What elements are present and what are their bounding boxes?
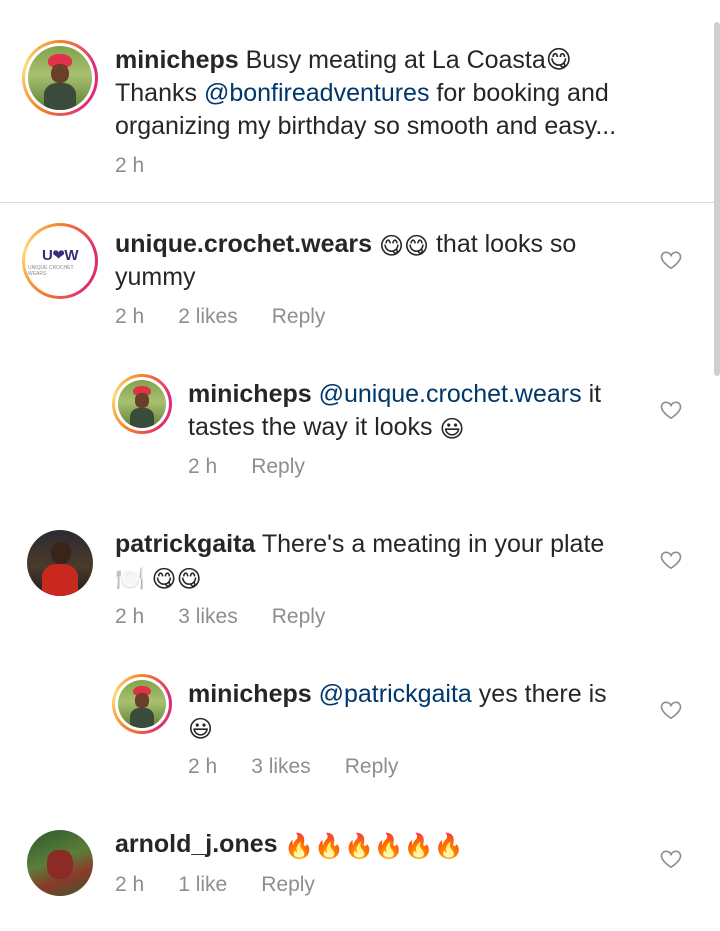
avatar[interactable]	[27, 530, 93, 596]
comment-meta: 2 h Reply	[188, 455, 339, 479]
avatar-logo-subtitle: UNIQUE CROCHET WEARS	[28, 264, 74, 277]
heart-outline-icon[interactable]	[660, 250, 682, 270]
comment-likes[interactable]: 1 like	[178, 873, 227, 897]
comment-time: 2 h	[188, 755, 218, 778]
comment-time: 2 h	[115, 873, 145, 896]
caption-meta: 2 h	[115, 154, 178, 178]
comment-time: 2 h	[115, 305, 145, 328]
avatar-logo: U❤W	[41, 246, 79, 264]
comment-meta: 2 h 2 likes Reply	[115, 305, 359, 329]
comment-text: patrickgaita There's a meating in your p…	[115, 528, 655, 594]
comment-meta: 2 h 3 likes Reply	[115, 605, 359, 629]
comment-emoji: 😃	[188, 716, 214, 743]
reply-button[interactable]: Reply	[251, 455, 305, 479]
caption-line2-prefix: Thanks	[115, 79, 204, 107]
comment-time: 2 h	[115, 605, 145, 628]
comment-meta: 2 h 3 likes Reply	[188, 755, 432, 779]
avatar[interactable]	[112, 674, 172, 734]
heart-outline-icon[interactable]	[660, 700, 682, 720]
heart-outline-icon[interactable]	[660, 849, 682, 869]
caption-line1: Busy meating at La Coasta😋	[245, 46, 572, 74]
divider	[0, 202, 720, 203]
comment-body: that looks so	[429, 230, 577, 258]
caption-line2-suffix: for booking and	[429, 79, 609, 107]
comment-username[interactable]: arnold_j.ones	[115, 830, 278, 858]
reply-button[interactable]: Reply	[272, 305, 326, 329]
reply-button[interactable]: Reply	[345, 755, 399, 779]
comment-text: arnold_j.ones 🔥🔥🔥🔥🔥🔥	[115, 828, 655, 861]
comment-likes[interactable]: 3 likes	[178, 605, 238, 629]
comment-text: unique.crochet.wears 😋😋 that looks so yu…	[115, 228, 635, 294]
comment-emoji: 😃	[439, 416, 465, 443]
scrollbar[interactable]	[714, 22, 720, 376]
comment-body: There's a meating in your plate	[255, 530, 605, 558]
comment-username[interactable]: patrickgaita	[115, 530, 255, 558]
comment-body-line2: yummy	[115, 263, 196, 291]
comment-mention[interactable]: @patrickgaita	[319, 680, 472, 708]
comment-meta: 2 h 1 like Reply	[115, 873, 349, 897]
reply-button[interactable]: Reply	[261, 873, 315, 897]
avatar[interactable]: U❤W UNIQUE CROCHET WEARS	[22, 223, 98, 299]
heart-outline-icon[interactable]	[660, 400, 682, 420]
caption-line3: organizing my birthday so smooth and eas…	[115, 112, 617, 140]
comment-likes[interactable]: 3 likes	[251, 755, 311, 779]
comment-body: it	[581, 380, 602, 408]
comment-text: minicheps @unique.crochet.wears it taste…	[188, 378, 648, 444]
caption-mention[interactable]: @bonfireadventures	[204, 79, 430, 107]
caption-text: minicheps Busy meating at La Coasta😋 Tha…	[115, 44, 695, 143]
reply-button[interactable]: Reply	[272, 605, 326, 629]
caption-username[interactable]: minicheps	[115, 46, 239, 74]
comment-emoji: 🍽️ 😋😋	[115, 566, 202, 593]
heart-outline-icon[interactable]	[660, 550, 682, 570]
comment-username[interactable]: minicheps	[188, 680, 312, 708]
comment-body: yes there is	[471, 680, 607, 708]
comment-mention[interactable]: @unique.crochet.wears	[319, 380, 582, 408]
comment-username[interactable]: minicheps	[188, 380, 312, 408]
comment-emoji: 😋😋	[378, 233, 430, 260]
comment-text: minicheps @patrickgaita yes there is 😃	[188, 678, 648, 744]
avatar[interactable]	[112, 374, 172, 434]
comment-emoji: 🔥🔥🔥🔥🔥🔥	[277, 833, 464, 860]
comment-username[interactable]: unique.crochet.wears	[115, 230, 372, 258]
avatar[interactable]	[27, 830, 93, 896]
comment-time: 2 h	[188, 455, 218, 478]
comment-body-line2: tastes the way it looks	[188, 413, 440, 441]
comment-likes[interactable]: 2 likes	[178, 305, 238, 329]
caption-avatar[interactable]	[22, 40, 98, 116]
caption-time: 2 h	[115, 154, 145, 177]
